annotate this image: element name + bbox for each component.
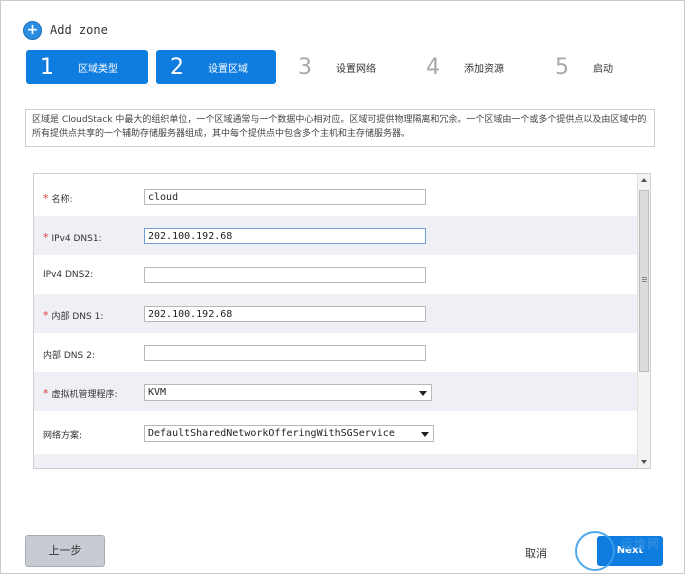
name-label: 名称:: [51, 195, 73, 205]
form-scrollbar[interactable]: [637, 174, 650, 468]
scroll-down-arrow-icon[interactable]: [641, 460, 647, 464]
grip-icon: [642, 277, 647, 278]
step-number: 1: [40, 54, 54, 80]
ipv4-dns2-label: IPv4 DNS2:: [43, 270, 94, 280]
internal-dns1-input[interactable]: 202.100.192.68: [144, 306, 426, 322]
previous-button[interactable]: 上一步: [25, 535, 105, 567]
form-row-internal-dns1: * 内部 DNS 1: 202.100.192.68: [34, 294, 637, 333]
form-row-ipv4-dns1: * IPv4 DNS1: 202.100.192.68: [34, 216, 637, 255]
zone-description: 区域是 CloudStack 中最大的组织单位，一个区域通常与一个数据中心相对应…: [25, 109, 655, 147]
network-offering-label: 网络方案:: [43, 431, 83, 441]
step-label: 添加资源: [464, 63, 504, 75]
step-2-setup-zone[interactable]: 2 设置区域: [156, 50, 276, 84]
required-marker: *: [43, 309, 49, 322]
hypervisor-label: 虚拟机管理程序:: [51, 390, 118, 400]
internal-dns2-label: 内部 DNS 2:: [43, 351, 95, 361]
ipv4-dns2-input[interactable]: [144, 267, 426, 283]
scrollbar-thumb[interactable]: [639, 190, 649, 372]
network-offering-select[interactable]: DefaultSharedNetworkOfferingWithSGServic…: [144, 425, 434, 442]
zone-form-panel: * 名称: cloud * IPv4 DNS1: 202.100.192.68 IP…: [33, 173, 651, 469]
internal-dns1-label: 内部 DNS 1:: [51, 312, 104, 322]
dropdown-arrow-icon: [421, 432, 429, 437]
step-number: 2: [170, 54, 184, 80]
step-5-launch[interactable]: 5 启动: [541, 50, 651, 84]
form-row-internal-dns2: 内部 DNS 2:: [34, 333, 637, 372]
form-row-network-offering: 网络方案: DefaultSharedNetworkOfferingWithSG…: [34, 413, 637, 452]
internal-dns2-input[interactable]: [144, 345, 426, 361]
step-1-zone-type[interactable]: 1 区域类型: [26, 50, 148, 84]
form-row-partial: [34, 454, 637, 468]
dialog-header: + Add zone: [23, 19, 108, 41]
step-number: 3: [298, 54, 312, 80]
step-label: 设置区域: [208, 63, 248, 75]
step-number: 4: [426, 54, 440, 80]
scroll-up-arrow-icon[interactable]: [641, 178, 647, 182]
step-label: 启动: [593, 63, 613, 75]
name-input[interactable]: cloud: [144, 189, 426, 205]
step-4-add-resources[interactable]: 4 添加资源: [412, 50, 532, 84]
form-row-hypervisor: * 虚拟机管理程序: KVM: [34, 372, 637, 411]
dialog-title: Add zone: [50, 23, 108, 37]
step-label: 设置网络: [336, 63, 376, 75]
watermark-text: 运维网: [621, 537, 661, 551]
step-label: 区域类型: [78, 63, 118, 75]
dropdown-arrow-icon: [419, 391, 427, 396]
required-marker: *: [43, 231, 49, 244]
required-marker: *: [43, 192, 49, 205]
watermark-logo-icon: [575, 531, 615, 571]
hypervisor-select[interactable]: KVM: [144, 384, 432, 401]
form-row-name: * 名称: cloud: [34, 177, 637, 216]
required-marker: *: [43, 387, 49, 400]
ipv4-dns1-label: IPv4 DNS1:: [51, 234, 102, 244]
cancel-button[interactable]: 取消: [525, 545, 547, 561]
add-zone-icon: +: [23, 20, 42, 40]
form-row-ipv4-dns2: IPv4 DNS2:: [34, 255, 637, 294]
step-number: 5: [555, 54, 569, 80]
add-zone-dialog: + Add zone 1 区域类型 2 设置区域 3 设置网络 4 添加资源 5…: [0, 0, 685, 574]
network-offering-value: DefaultSharedNetworkOfferingWithSGServic…: [148, 428, 395, 439]
step-3-setup-network[interactable]: 3 设置网络: [284, 50, 404, 84]
ipv4-dns1-input[interactable]: 202.100.192.68: [144, 228, 426, 244]
hypervisor-value: KVM: [148, 387, 167, 398]
